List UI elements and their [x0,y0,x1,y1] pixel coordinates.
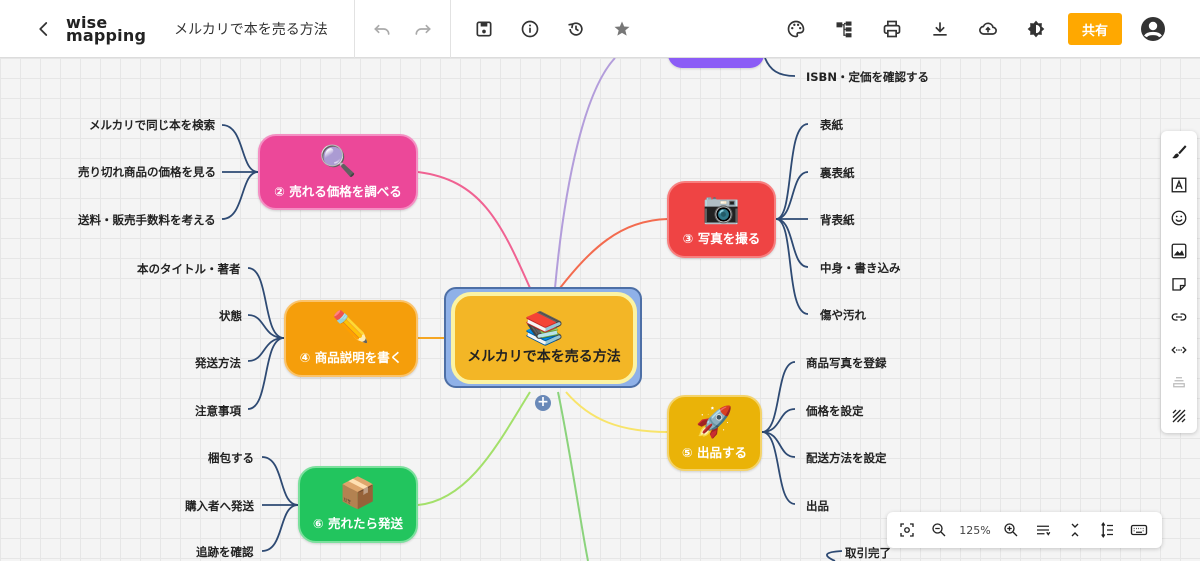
collapse-all-icon[interactable] [1028,515,1058,545]
leaf-backcover[interactable]: 裏表紙 [820,165,855,181]
topic-label: ② 売れる価格を調べる [274,183,402,199]
map-title[interactable]: メルカリで本を売る方法 [174,19,328,39]
back-arrow-icon[interactable] [26,11,62,47]
leaf-tracking[interactable]: 追跡を確認 [196,544,254,560]
logo-line2: mapping [66,25,147,45]
layout-tree-icon[interactable] [826,11,862,47]
info-icon[interactable] [512,11,548,47]
pattern-icon[interactable] [1164,399,1194,432]
topic-node-listing[interactable]: 🚀 ⑤ 出品する [667,395,762,471]
share-button[interactable]: 共有 [1068,13,1122,45]
package-icon: 📦 [339,476,377,511]
zoom-level: 125% [959,523,991,537]
leaf-set-price[interactable]: 価格を設定 [806,403,864,419]
pencil-icon: ✏️ [332,310,370,345]
download-icon[interactable] [922,11,958,47]
magnifier-icon: 🔍 [319,143,357,179]
shape-icon[interactable] [1164,366,1194,399]
topic-label: ⑤ 出品する [682,444,747,460]
palette-icon[interactable] [778,11,814,47]
toolbar-left-group: wise mapping メルカリで本を売る方法 [0,0,355,58]
brush-icon[interactable] [1164,135,1194,168]
account-icon[interactable] [1140,16,1166,42]
leaf-inside[interactable]: 中身・書き込み [820,260,901,276]
central-topic-label: メルカリで本を売る方法 [467,349,621,365]
topic-node-description[interactable]: ✏️ ④ 商品説明を書く [284,300,418,377]
leaf-publish[interactable]: 出品 [806,498,829,514]
central-topic[interactable]: 📚 メルカリで本を売る方法 [451,292,637,384]
leaf-search[interactable]: メルカリで同じ本を検索 [89,117,215,133]
fit-to-screen-icon[interactable] [892,515,922,545]
topic-node-shipping[interactable]: 📦 ⑥ 売れたら発送 [298,466,418,543]
top-toolbar: wise mapping メルカリで本を売る方法 共有 [0,0,1200,58]
zoom-out-icon[interactable] [924,515,954,545]
cloud-upload-icon[interactable] [970,11,1006,47]
undo-icon[interactable] [366,11,398,47]
mindmap-canvas[interactable]: ISBN・定価を確認する 🔍 ② 売れる価格を調べる メルカリで同じ本を検索 売… [0,58,1200,561]
leaf-set-delivery[interactable]: 配送方法を設定 [806,450,887,466]
leaf-register-photo[interactable]: 商品写真を登録 [806,355,887,371]
add-child-plus-icon[interactable]: + [535,395,551,411]
leaf-shipping-method[interactable]: 発送方法 [195,355,241,371]
file-actions-group [451,0,645,58]
history-icon[interactable] [558,11,594,47]
leaf-damage[interactable]: 傷や汚れ [820,307,866,323]
leaf-spine[interactable]: 背表紙 [820,212,855,228]
leaf-isbn[interactable]: ISBN・定価を確認する [806,69,929,85]
save-icon[interactable] [466,11,502,47]
undo-redo-group [355,0,451,58]
leaf-cover[interactable]: 表紙 [820,117,843,133]
leaf-title-author[interactable]: 本のタイトル・著者 [137,261,241,277]
toolbar-right-group: 共有 [772,0,1166,58]
camera-icon: 📷 [702,191,741,226]
wisemapping-logo[interactable]: wise mapping [66,14,147,45]
topic-node-photo[interactable]: 📷 ③ 写真を撮る [667,181,776,258]
topic-node-price[interactable]: 🔍 ② 売れる価格を調べる [258,134,418,210]
print-icon[interactable] [874,11,910,47]
line-spacing-icon[interactable] [1092,515,1122,545]
note-icon[interactable] [1164,267,1194,300]
topic-node-partial-top[interactable] [668,58,764,68]
star-icon[interactable] [604,11,640,47]
redo-icon[interactable] [408,11,440,47]
rocket-icon: 🚀 [695,404,734,440]
node-style-panel [1161,131,1197,433]
zoom-in-icon[interactable] [996,515,1026,545]
link-icon[interactable] [1164,300,1194,333]
leaf-pack[interactable]: 梱包する [208,450,254,466]
leaf-ship[interactable]: 購入者へ発送 [185,498,254,514]
topic-label: ⑥ 売れたら発送 [313,516,403,531]
image-icon[interactable] [1164,234,1194,267]
theme-toggle-icon[interactable] [1018,11,1054,47]
books-icon: 📚 [524,309,564,347]
text-style-icon[interactable] [1164,168,1194,201]
relationship-icon[interactable] [1164,333,1194,366]
topic-label: ④ 商品説明を書く [299,350,403,365]
keyboard-icon[interactable] [1124,515,1154,545]
leaf-fees[interactable]: 送料・販売手数料を考える [78,212,216,228]
leaf-notes[interactable]: 注意事項 [195,403,241,419]
fold-icon[interactable] [1060,515,1090,545]
emoji-icon[interactable] [1164,201,1194,234]
leaf-condition[interactable]: 状態 [219,308,242,324]
leaf-transaction-complete[interactable]: 取引完了 [845,545,891,561]
topic-label: ③ 写真を撮る [682,231,761,246]
leaf-soldout[interactable]: 売り切れ商品の価格を見る [78,164,216,180]
zoom-toolbar: 125% [887,512,1162,548]
